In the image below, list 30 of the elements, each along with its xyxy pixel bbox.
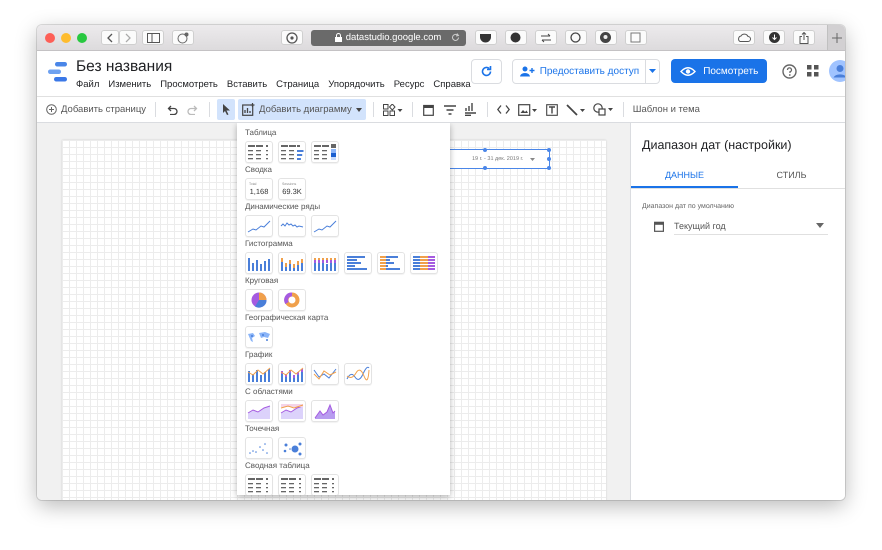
- section-title: Динамические ряды: [245, 202, 322, 212]
- section-title: Сводка: [245, 165, 274, 175]
- menu-item[interactable]: Упорядочить: [328, 79, 385, 91]
- share-access-button[interactable]: Предоставить доступ: [512, 60, 646, 82]
- section-title: Круговая: [245, 276, 280, 286]
- section-title: Таблица: [245, 128, 278, 138]
- add-chart-button[interactable]: Добавить диаграмму: [238, 99, 366, 120]
- report-title[interactable]: Без названия: [76, 57, 471, 77]
- date-range-dropdown[interactable]: Текущий год: [674, 217, 828, 235]
- menu-item[interactable]: Страница: [276, 79, 320, 91]
- menu-item[interactable]: Справка: [433, 79, 471, 91]
- menu-item[interactable]: Ресурс: [394, 79, 424, 91]
- panel-title: Диапазон дат (настройки): [641, 137, 793, 154]
- menu-item[interactable]: Изменить: [108, 79, 152, 91]
- theme-button[interactable]: Шаблон и тема: [630, 99, 702, 120]
- view-button[interactable]: Посмотреть: [671, 59, 768, 83]
- section-title: Гистограмма: [245, 239, 294, 249]
- url-text: datastudio.google.com: [346, 32, 442, 43]
- section-title: График: [245, 350, 274, 360]
- section-title: Точечная: [245, 424, 280, 434]
- panel-tab[interactable]: СТИЛЬ: [738, 164, 845, 188]
- menu-item[interactable]: Просмотреть: [160, 79, 218, 91]
- menu-item[interactable]: Вставить: [226, 79, 268, 91]
- section-title: Географическая карта: [245, 313, 330, 323]
- panel-tab[interactable]: ДАННЫЕ: [631, 164, 738, 188]
- add-page-button[interactable]: Добавить страницу: [44, 99, 148, 120]
- address-bar[interactable]: datastudio.google.com: [310, 30, 466, 46]
- section-title: С областями: [245, 387, 294, 397]
- menu-item[interactable]: Файл: [76, 79, 100, 91]
- section-title: Сводная таблица: [245, 461, 311, 471]
